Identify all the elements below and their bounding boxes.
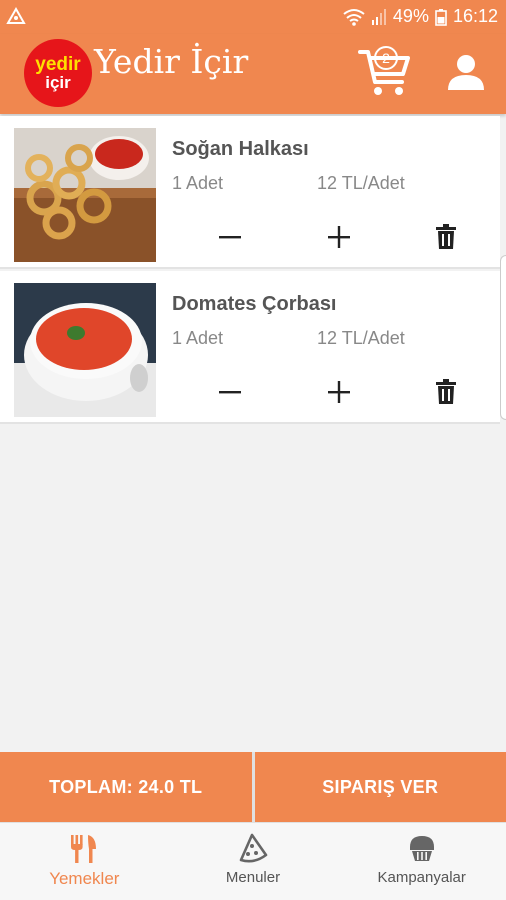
cart-list: Soğan Halkası 1 Adet 12 TL/Adet Domates …: [0, 116, 506, 426]
cart-item: Soğan Halkası 1 Adet 12 TL/Adet: [0, 116, 500, 269]
pizza-slice-icon: [239, 833, 268, 863]
fork-knife-icon: [71, 835, 97, 863]
item-price: 12 TL/Adet: [317, 328, 405, 348]
total-button[interactable]: TOPLAM: 24.0 TL: [0, 752, 252, 822]
nav-label: Yemekler: [49, 869, 120, 888]
nav-label: Menuler: [225, 869, 281, 886]
decrease-quantity-button[interactable]: [213, 220, 247, 254]
profile-button[interactable]: [444, 50, 488, 94]
onion-rings-image: [14, 128, 156, 262]
tomato-soup-image: [14, 283, 156, 417]
cart-count-badge: 2: [374, 46, 398, 70]
nav-item-kampanyalar[interactable]: Kampanyalar: [337, 823, 506, 900]
decrease-quantity-button[interactable]: [213, 375, 247, 409]
battery-icon: [435, 8, 447, 26]
notification-icon: [6, 6, 26, 30]
item-name: Domates Çorbası: [172, 293, 337, 315]
item-name: Soğan Halkası: [172, 138, 309, 160]
increase-quantity-button[interactable]: [322, 220, 356, 254]
minus-icon: [219, 391, 241, 394]
cart-button[interactable]: 2: [356, 42, 412, 98]
app-title: Yedir İçir: [94, 42, 249, 81]
delete-item-button[interactable]: [429, 375, 463, 409]
plus-icon: [328, 226, 350, 248]
user-icon: [448, 55, 484, 90]
plus-icon: [328, 381, 350, 403]
nav-label: Kampanyalar: [377, 869, 466, 886]
delete-item-button[interactable]: [429, 220, 463, 254]
wifi-icon: [343, 8, 365, 26]
trash-icon: [436, 379, 456, 404]
clock: 16:12: [452, 6, 498, 26]
signal-icon: [371, 8, 386, 25]
cart-actions: TOPLAM: 24.0 TL SIPARIŞ VER: [0, 752, 506, 822]
edge-panel-handle[interactable]: [500, 255, 506, 420]
minus-icon: [219, 236, 241, 239]
app-bar: yedir içir Yedir İçir 2: [0, 34, 506, 114]
app-logo: yedir içir: [24, 39, 92, 107]
nav-item-menuler[interactable]: Menuler: [169, 823, 338, 900]
item-quantity: 1 Adet: [172, 173, 224, 193]
item-quantity: 1 Adet: [172, 328, 224, 348]
trash-icon: [436, 224, 456, 249]
place-order-button[interactable]: SIPARIŞ VER: [254, 752, 506, 822]
nav-item-yemekler[interactable]: Yemekler: [0, 823, 169, 900]
battery-percent: 49%: [392, 6, 429, 26]
bottom-navigation: Yemekler Menuler Kampanyalar: [0, 822, 506, 900]
cart-item: Domates Çorbası 1 Adet 12 TL/Adet: [0, 271, 500, 424]
cupcake-icon: [409, 836, 434, 861]
increase-quantity-button[interactable]: [322, 375, 356, 409]
status-bar: 49% 16:12: [0, 0, 506, 34]
item-price: 12 TL/Adet: [317, 173, 405, 193]
